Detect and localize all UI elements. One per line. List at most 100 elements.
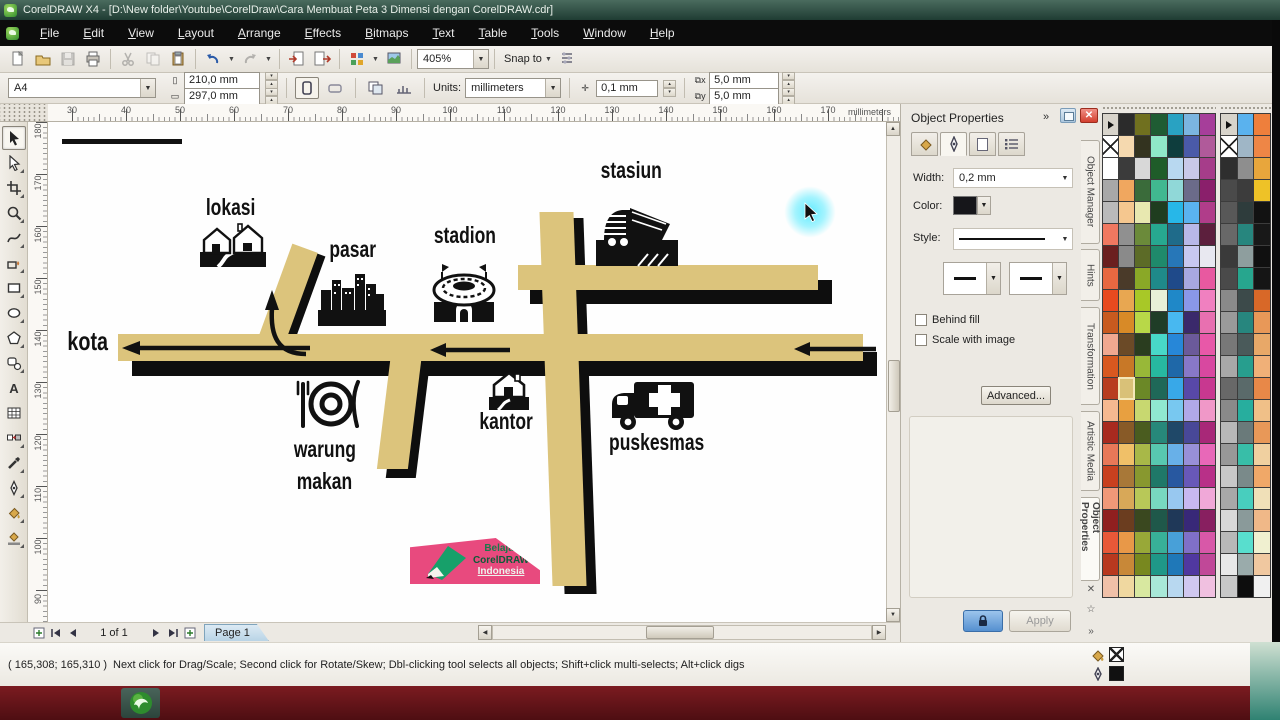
color-swatch[interactable]: [1199, 422, 1215, 443]
color-swatch[interactable]: [1151, 202, 1167, 223]
fill-none-swatch[interactable]: [1109, 647, 1124, 662]
label-pasar[interactable]: pasar: [313, 238, 393, 261]
color-swatch[interactable]: [1167, 268, 1183, 289]
label-kota[interactable]: kota: [48, 328, 128, 354]
color-swatch[interactable]: [1135, 202, 1151, 223]
color-swatch[interactable]: [1254, 400, 1270, 421]
next-page-button[interactable]: [147, 625, 164, 641]
shape-tool[interactable]: [2, 151, 26, 175]
color-swatch[interactable]: [1237, 290, 1254, 311]
color-swatch[interactable]: [1254, 422, 1270, 443]
color-swatch[interactable]: [1167, 576, 1183, 597]
color-swatch[interactable]: [1254, 532, 1270, 553]
color-swatch[interactable]: [1237, 422, 1254, 443]
lokasi-houses-icon[interactable]: [198, 222, 268, 270]
color-swatch[interactable]: [1151, 532, 1167, 553]
color-swatch[interactable]: [1254, 378, 1270, 399]
color-swatch[interactable]: [1221, 554, 1237, 575]
copy-button[interactable]: [141, 48, 165, 70]
color-swatch[interactable]: [1167, 312, 1183, 333]
crop-tool[interactable]: [2, 176, 26, 200]
docker-expand-icon[interactable]: »: [1043, 111, 1049, 123]
menu-item-tools[interactable]: Tools: [520, 22, 570, 44]
color-swatch[interactable]: [1103, 268, 1119, 289]
color-swatch[interactable]: [1167, 158, 1183, 179]
color-swatch[interactable]: [1183, 158, 1199, 179]
docker-close-button[interactable]: ✕: [1080, 108, 1098, 123]
color-swatch[interactable]: [1135, 114, 1151, 135]
color-swatch[interactable]: [1151, 158, 1167, 179]
color-swatch[interactable]: [1254, 510, 1270, 531]
arrowhead-start-combo[interactable]: ▼: [943, 262, 1001, 295]
import-button[interactable]: [285, 48, 309, 70]
color-swatch[interactable]: [1254, 246, 1270, 267]
color-swatch[interactable]: [1167, 532, 1183, 553]
behind-fill-checkbox[interactable]: Behind fill: [915, 314, 980, 326]
color-swatch[interactable]: [1135, 576, 1151, 597]
color-swatch[interactable]: [1254, 554, 1270, 575]
menu-item-table[interactable]: Table: [467, 22, 518, 44]
color-swatch[interactable]: [1237, 268, 1254, 289]
color-swatch[interactable]: [1103, 246, 1119, 267]
color-swatch[interactable]: [1151, 576, 1167, 597]
color-swatch[interactable]: [1199, 246, 1215, 267]
color-swatch[interactable]: [1103, 422, 1119, 443]
color-swatch[interactable]: [1237, 202, 1254, 223]
page-properties-tab[interactable]: [969, 132, 996, 156]
horizontal-ruler[interactable]: millimeters 30 40 50 60 70 80 90 100 110 120 130 14…: [48, 104, 900, 122]
color-swatch[interactable]: [1135, 136, 1151, 157]
color-swatch[interactable]: [1103, 488, 1119, 509]
advanced-button[interactable]: Advanced...: [981, 386, 1051, 405]
color-swatch[interactable]: [1135, 268, 1151, 289]
redo-button[interactable]: [238, 48, 262, 70]
color-swatch[interactable]: [1183, 576, 1199, 597]
color-swatch[interactable]: [1183, 246, 1199, 267]
export-button[interactable]: [310, 48, 334, 70]
color-swatch[interactable]: [1119, 510, 1135, 531]
vertical-ruler[interactable]: 180 170 160 150 140 130 120 110 100 90: [28, 122, 48, 622]
color-swatch[interactable]: [1119, 136, 1135, 157]
docker-tab-hints[interactable]: Hints: [1081, 249, 1100, 301]
page-tab[interactable]: Page 1: [204, 624, 269, 641]
color-swatch[interactable]: [1103, 576, 1119, 597]
color-swatch[interactable]: [1103, 554, 1119, 575]
color-swatch[interactable]: [1221, 180, 1237, 201]
no-color-swatch[interactable]: [1103, 136, 1119, 157]
color-swatch[interactable]: [1119, 180, 1135, 201]
color-swatch[interactable]: [1254, 356, 1270, 377]
label-stasiun[interactable]: stasiun: [591, 159, 671, 182]
eyedropper-tool[interactable]: [2, 451, 26, 475]
color-swatch[interactable]: [1151, 378, 1167, 399]
table-tool[interactable]: [2, 401, 26, 425]
color-swatch[interactable]: [1183, 334, 1199, 355]
color-swatch[interactable]: [1221, 202, 1237, 223]
label-puskesmas[interactable]: puskesmas: [594, 431, 714, 454]
outline-width-combo[interactable]: 0,2 mm ▼: [953, 168, 1073, 188]
application-launcher-dropdown[interactable]: ▼: [370, 48, 381, 70]
color-swatch[interactable]: [1199, 158, 1215, 179]
outline-color-button[interactable]: [953, 196, 977, 215]
options-button[interactable]: [555, 48, 579, 70]
color-swatch[interactable]: [1254, 180, 1270, 201]
palette-b-handle[interactable]: [1220, 106, 1271, 111]
color-swatch[interactable]: [1254, 444, 1270, 465]
stasiun-train-icon[interactable]: [592, 196, 682, 268]
snap-to-dropdown[interactable]: ▼: [543, 48, 554, 70]
color-swatch[interactable]: [1199, 334, 1215, 355]
color-swatch[interactable]: [1119, 246, 1135, 267]
color-swatch[interactable]: [1183, 532, 1199, 553]
color-swatch[interactable]: [1119, 422, 1135, 443]
color-swatch[interactable]: [1103, 312, 1119, 333]
outline-pen-tool[interactable]: [2, 476, 26, 500]
color-swatch[interactable]: [1237, 312, 1254, 333]
redo-dropdown[interactable]: ▼: [263, 48, 274, 70]
all-pages-button[interactable]: [364, 77, 388, 99]
color-swatch[interactable]: [1151, 422, 1167, 443]
color-swatch[interactable]: [1135, 510, 1151, 531]
color-swatch[interactable]: [1119, 400, 1135, 421]
menu-item-bitmaps[interactable]: Bitmaps: [354, 22, 419, 44]
color-swatch[interactable]: [1151, 554, 1167, 575]
color-swatch[interactable]: [1119, 334, 1135, 355]
color-swatch[interactable]: [1221, 312, 1237, 333]
color-swatch[interactable]: [1135, 180, 1151, 201]
